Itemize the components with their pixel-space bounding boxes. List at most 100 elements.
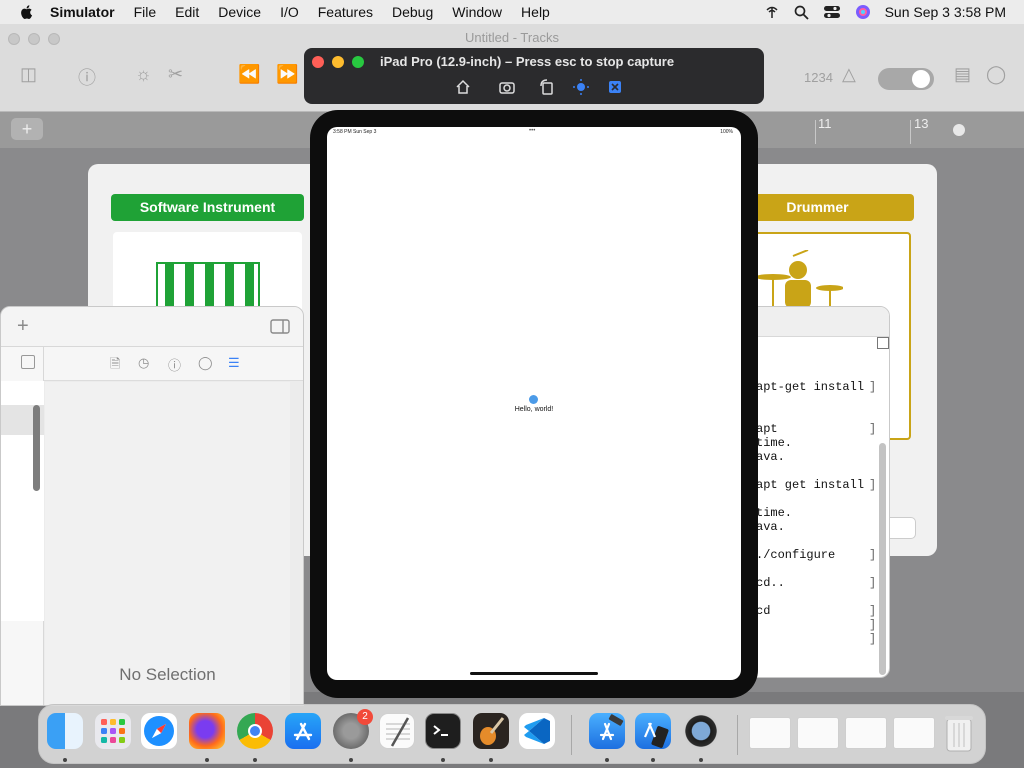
app-store-icon[interactable] xyxy=(285,713,321,749)
terminal-scrollbar[interactable] xyxy=(879,443,886,675)
chrome-icon[interactable] xyxy=(237,713,273,749)
zoom-button[interactable] xyxy=(352,56,364,68)
inspector-header: + xyxy=(1,307,303,347)
tuner-toggle[interactable] xyxy=(878,68,934,90)
zoom-slider-knob[interactable] xyxy=(953,124,965,136)
vscode-icon[interactable] xyxy=(519,713,555,749)
ruler-tick xyxy=(815,120,816,144)
minimized-window-thumbnail[interactable] xyxy=(749,717,791,749)
menu-debug[interactable]: Debug xyxy=(392,4,433,20)
ipad-multitasking-dots[interactable]: ••• xyxy=(529,128,535,134)
sidebar-toggle-icon[interactable] xyxy=(270,319,290,334)
dock-separator xyxy=(737,715,738,755)
garageband-icon[interactable] xyxy=(473,713,509,749)
launchpad-icon[interactable] xyxy=(95,713,131,749)
menu-window[interactable]: Window xyxy=(452,4,502,20)
simulator-device-icon xyxy=(643,722,669,748)
accessibility-inspector-icon[interactable]: ◯ xyxy=(198,355,213,371)
add-button[interactable]: + xyxy=(17,315,29,338)
screenshot-icon[interactable] xyxy=(498,78,516,96)
notepad-icon[interactable]: ▤ xyxy=(954,64,971,85)
menubar-clock[interactable]: Sun Sep 3 3:58 PM xyxy=(885,4,1006,20)
running-indicator xyxy=(605,758,609,762)
running-indicator xyxy=(699,758,703,762)
firefox-icon[interactable] xyxy=(189,713,225,749)
minimized-window-thumbnail[interactable] xyxy=(797,717,839,749)
terminal-prompt-icon xyxy=(433,725,448,736)
attributes-inspector-icon[interactable]: ☰ xyxy=(228,355,240,371)
menu-help[interactable]: Help xyxy=(521,4,550,20)
add-track-button[interactable]: + xyxy=(11,118,43,140)
menu-features[interactable]: Features xyxy=(318,4,373,20)
menu-device[interactable]: Device xyxy=(218,4,261,20)
terminal-bracket: ] xyxy=(869,604,877,618)
terminal-menu-icon[interactable] xyxy=(877,337,889,349)
metronome-icon[interactable]: △ xyxy=(842,64,856,85)
trash-icon[interactable] xyxy=(943,713,975,753)
library-icon[interactable]: ◫ xyxy=(20,64,37,85)
finder-icon[interactable] xyxy=(47,713,83,749)
file-inspector-icon[interactable]: 🗎 xyxy=(110,355,120,377)
loop-browser-icon[interactable]: ◯ xyxy=(986,64,1006,85)
menu-io[interactable]: I/O xyxy=(280,4,299,20)
textedit-icon[interactable] xyxy=(379,713,415,749)
minimized-window-thumbnail[interactable] xyxy=(845,717,887,749)
safari-icon[interactable] xyxy=(141,713,177,749)
home-screen-toggle-icon[interactable] xyxy=(606,78,624,96)
quicktime-icon[interactable] xyxy=(683,713,719,749)
globe-icon xyxy=(529,395,538,404)
dock-separator xyxy=(571,715,572,755)
software-instrument-button[interactable]: Software Instrument xyxy=(111,194,304,221)
rotate-icon[interactable] xyxy=(538,78,556,96)
navigator-scrollbar[interactable] xyxy=(33,405,40,491)
airdrop-icon[interactable] xyxy=(764,5,780,19)
history-inspector-icon[interactable]: ◷ xyxy=(138,355,149,371)
control-center-icon[interactable] xyxy=(823,5,841,19)
fast-forward-icon[interactable]: ⏩ xyxy=(276,64,298,85)
terminal-line: ava. xyxy=(756,520,785,534)
menu-file[interactable]: File xyxy=(134,4,157,20)
inspector-panel: + 🗎 ◷ ⓘ ◯ ☰ No Selection xyxy=(0,306,304,706)
no-selection-label: No Selection xyxy=(119,665,216,684)
menu-app-name[interactable]: Simulator xyxy=(50,4,115,20)
smart-controls-icon[interactable]: ☼ xyxy=(135,64,152,85)
dock: 2 xyxy=(38,704,986,764)
terminal-bracket: ] xyxy=(869,422,877,436)
pen-icon xyxy=(386,717,410,747)
running-indicator xyxy=(349,758,353,762)
software-instrument-tile[interactable] xyxy=(113,232,302,312)
xcode-icon[interactable] xyxy=(589,713,625,749)
safari-compass-icon xyxy=(144,716,174,746)
siri-icon[interactable] xyxy=(855,4,871,20)
running-indicator xyxy=(253,758,257,762)
quick-help-inspector-icon[interactable]: ⓘ xyxy=(168,355,181,374)
running-indicator xyxy=(651,758,655,762)
layout-icon[interactable] xyxy=(21,355,35,369)
ipad-status-time: 3:58 PM Sun Sep 3 xyxy=(333,129,377,135)
minimize-button[interactable] xyxy=(332,56,344,68)
terminal-icon[interactable] xyxy=(425,713,461,749)
editors-icon[interactable]: ✂ xyxy=(168,64,183,85)
simulator-icon[interactable] xyxy=(635,713,671,749)
ipad-device-frame: 3:58 PM Sun Sep 3 ••• 100% Hello, world! xyxy=(310,110,758,698)
capture-title: iPad Pro (12.9-inch) – Press esc to stop… xyxy=(380,54,675,69)
inspector-content xyxy=(45,382,290,705)
appearance-icon[interactable] xyxy=(572,78,590,96)
count-in-counter[interactable]: 1234 xyxy=(804,70,833,85)
spotlight-search-icon[interactable] xyxy=(794,5,809,20)
home-indicator[interactable] xyxy=(470,672,598,675)
terminal-line: time. xyxy=(756,506,793,520)
minimized-window-thumbnail[interactable] xyxy=(893,717,935,749)
hammer-icon xyxy=(599,714,624,741)
menu-bar: Simulator File Edit Device I/O Features … xyxy=(0,0,1024,24)
guitar-icon xyxy=(480,717,505,745)
home-icon[interactable] xyxy=(454,78,472,96)
rewind-icon[interactable]: ⏪ xyxy=(238,64,260,85)
close-button[interactable] xyxy=(312,56,324,68)
menu-edit[interactable]: Edit xyxy=(175,4,199,20)
ipad-screen[interactable]: 3:58 PM Sun Sep 3 ••• 100% Hello, world! xyxy=(327,127,741,680)
quick-help-icon[interactable]: ⓘ xyxy=(78,64,96,90)
ruler-mark-11: 11 xyxy=(818,116,832,131)
vscode-logo-icon xyxy=(524,718,550,744)
apple-menu-icon[interactable] xyxy=(19,4,35,20)
